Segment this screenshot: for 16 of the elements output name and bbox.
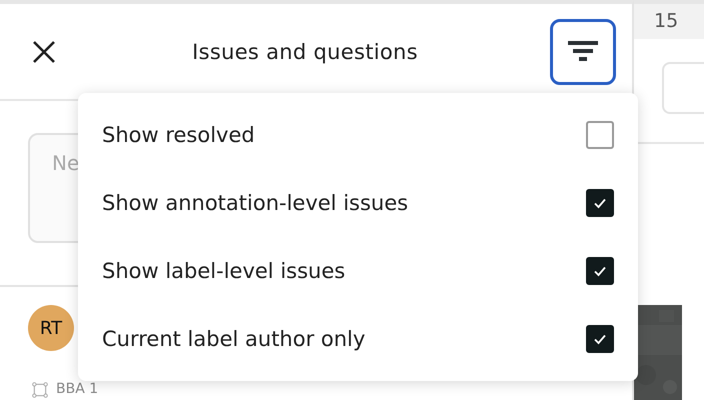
option-label: Show annotation-level issues	[102, 191, 408, 215]
bounding-box-icon	[32, 382, 48, 398]
option-label: Current label author only	[102, 327, 366, 351]
filter-button[interactable]	[550, 18, 616, 84]
filter-icon	[568, 40, 598, 62]
checkbox[interactable]	[586, 257, 614, 285]
frame-number: 15	[654, 10, 678, 32]
checkbox[interactable]	[586, 189, 614, 217]
user-avatar: RT	[28, 305, 74, 351]
checkbox[interactable]	[586, 121, 614, 149]
panel-title: Issues and questions	[191, 40, 419, 64]
close-icon	[32, 40, 56, 64]
option-label: Show label-level issues	[102, 259, 346, 283]
checkbox[interactable]	[586, 325, 614, 353]
annotation-label: BBA 1	[56, 381, 98, 398]
option-label: Show resolved	[102, 123, 255, 147]
